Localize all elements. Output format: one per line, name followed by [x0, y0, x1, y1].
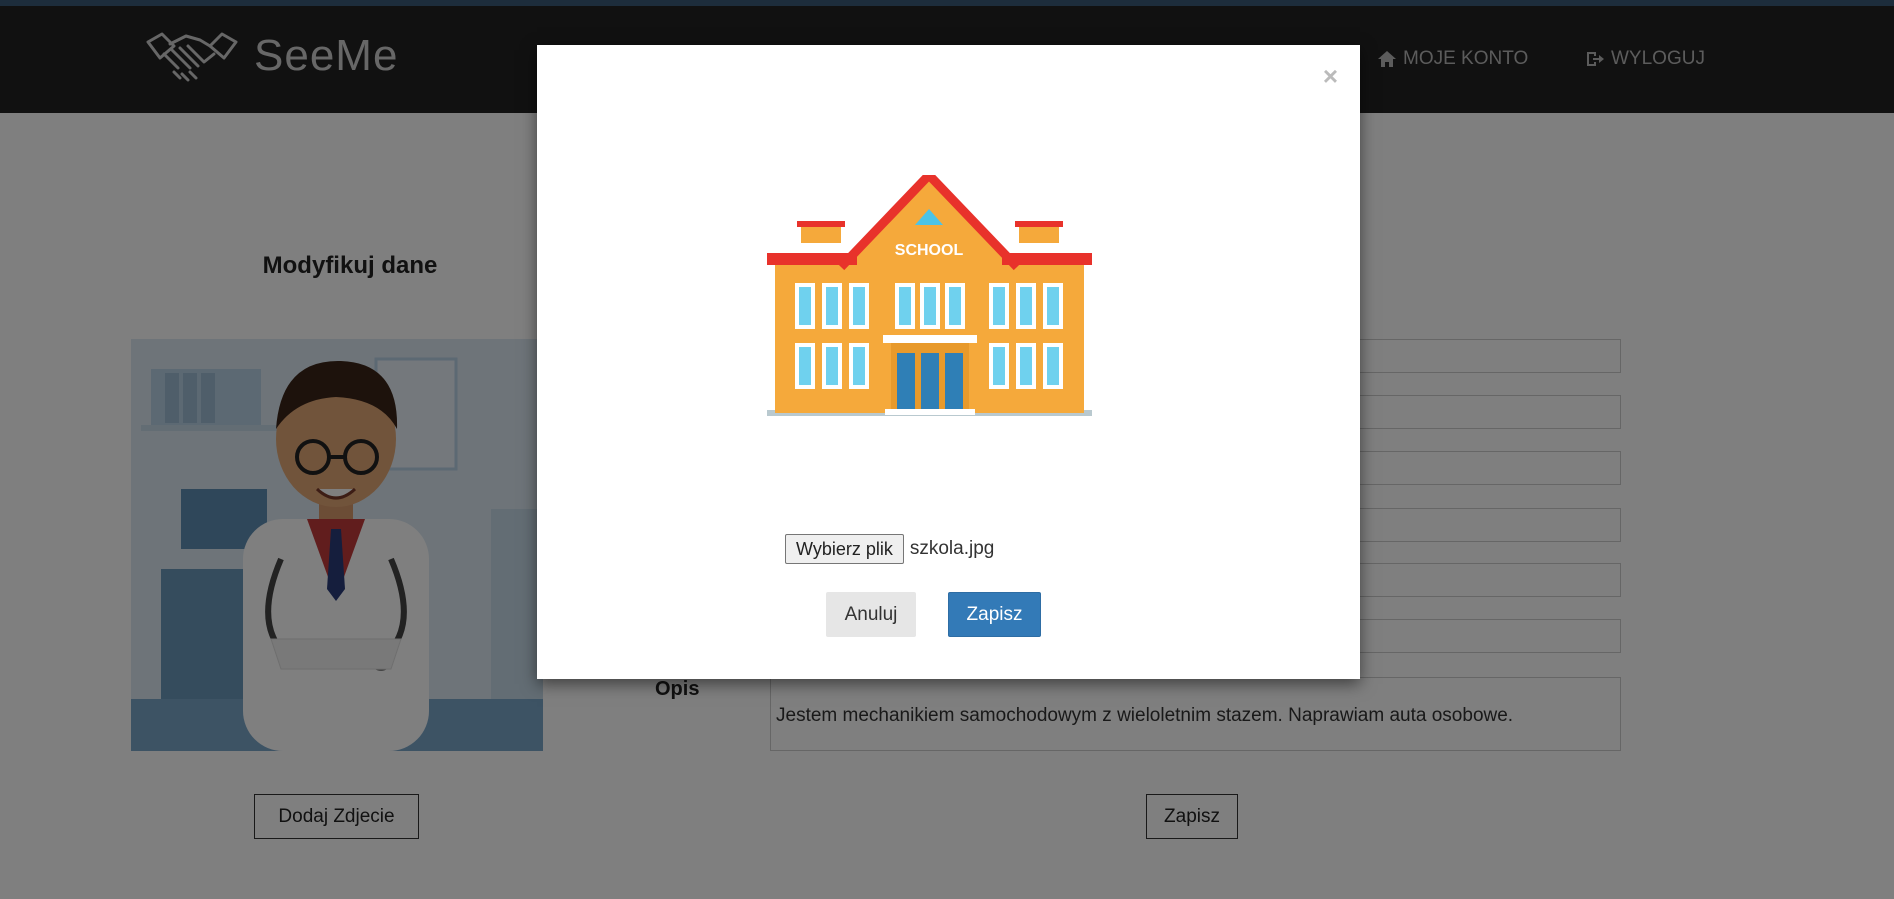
- save-button[interactable]: Zapisz: [948, 592, 1041, 637]
- school-sign: SCHOOL: [895, 242, 964, 259]
- selected-file-name: szkola.jpg: [909, 538, 995, 559]
- school-building-illustration: SCHOOL: [767, 168, 1092, 416]
- upload-photo-modal: × SCHOOL Wybierz plik szkola.jpg Anuluj …: [537, 45, 1360, 679]
- choose-file-button[interactable]: Wybierz plik: [785, 534, 904, 564]
- cancel-button[interactable]: Anuluj: [826, 592, 916, 637]
- close-icon[interactable]: ×: [1323, 63, 1338, 89]
- image-preview: SCHOOL: [767, 168, 1092, 425]
- file-picker: Wybierz plik szkola.jpg: [785, 534, 994, 564]
